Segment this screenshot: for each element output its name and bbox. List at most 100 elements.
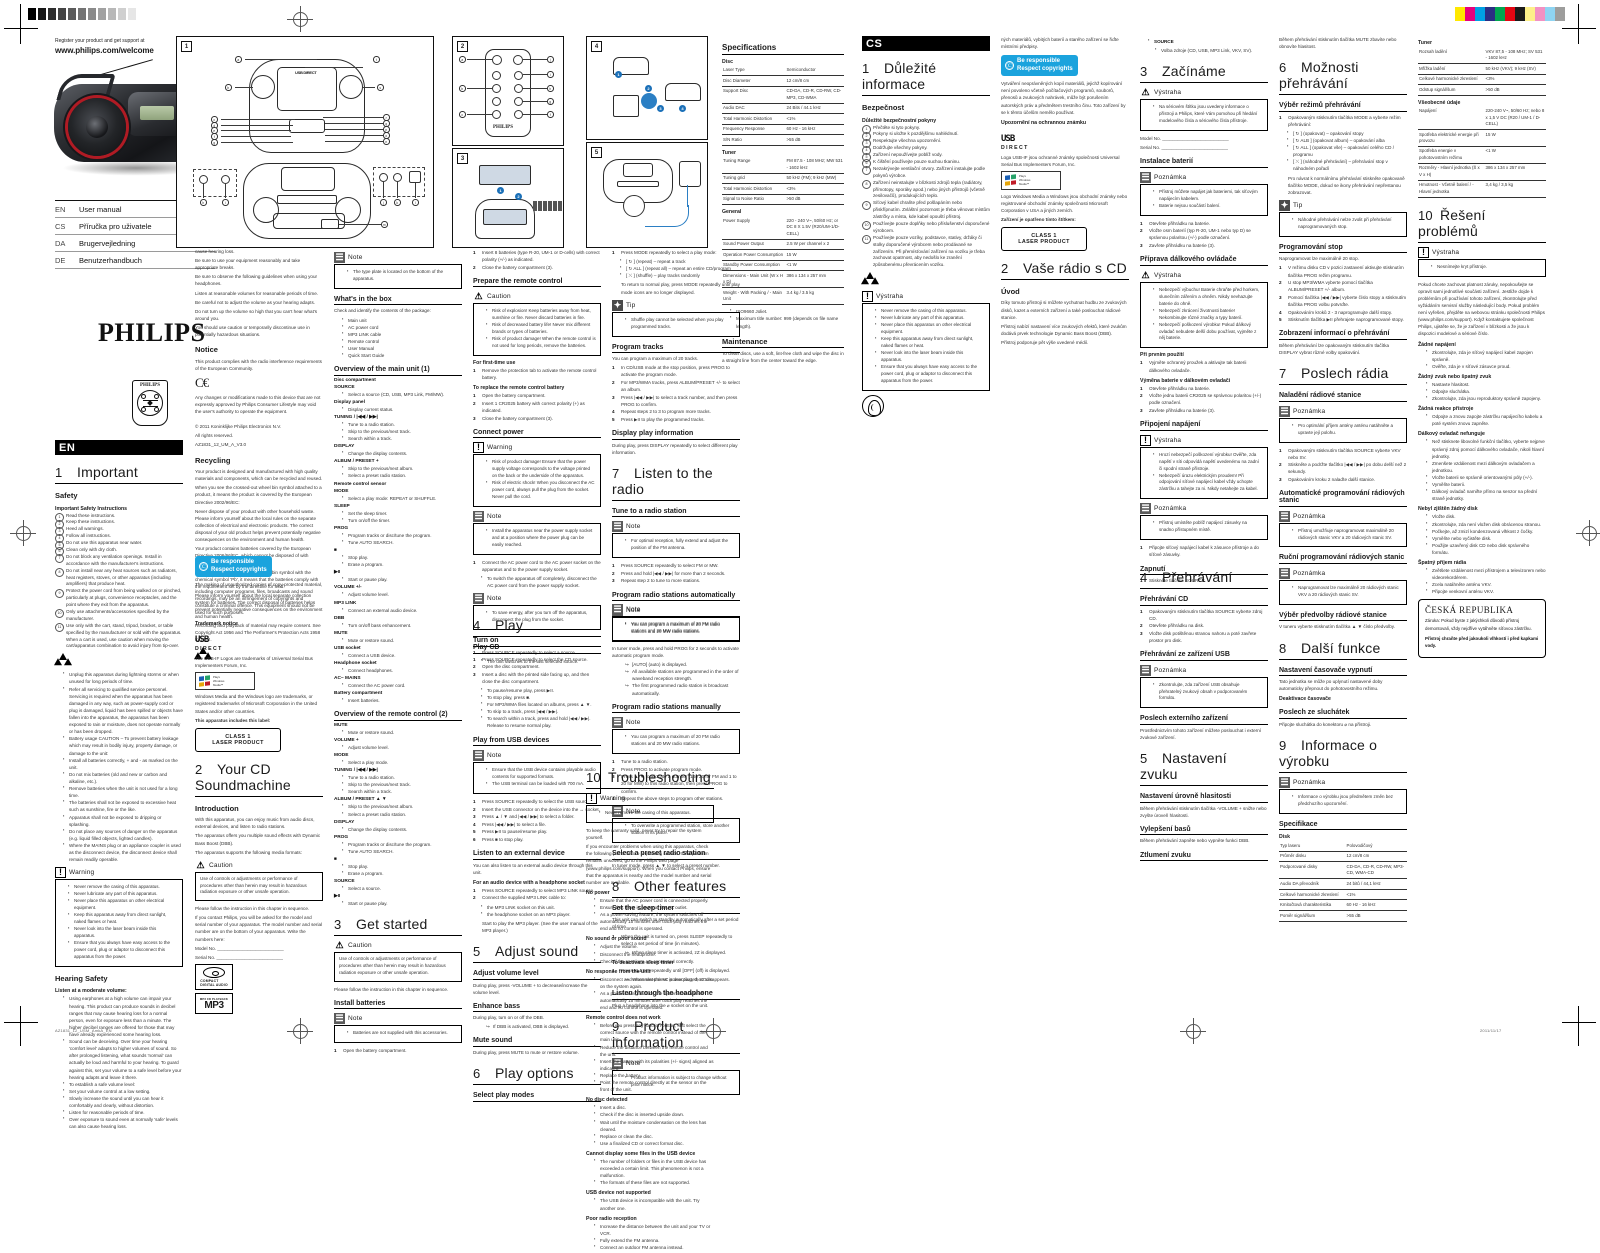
spec-cell: Rozměry - Hlavní jednotka (Š x V x H) <box>1418 163 1485 181</box>
en-getstarted-seq: Please follow the instruction in this ch… <box>334 986 449 992</box>
remote-btn-f[interactable] <box>514 84 523 93</box>
cs-section-7-heading: 7 Poslech rádia <box>1279 365 1407 386</box>
figure-1-tag: 1 <box>181 41 192 52</box>
spec-cell: Power Supply <box>722 216 786 240</box>
cs-info-note-label: Poznámka <box>1293 778 1326 786</box>
cs-replace-step: Zavřete přihrádku na baterie (3). <box>1140 407 1215 414</box>
cs-sleep-body: Tato jednotka se může po uplynutí nastav… <box>1279 679 1383 692</box>
en-usb-note-head: ☰ Note <box>473 750 601 762</box>
overview-subs: Change the display contents. <box>334 449 462 457</box>
remote-btn-a[interactable] <box>492 55 502 65</box>
overview-key: VOLUME +/- <box>334 585 362 591</box>
troubleshoot-answer: Zkontrolujte, zda jsou reproduktory sprá… <box>1426 394 1546 402</box>
safety-item: Follow all instructions. <box>55 533 183 543</box>
spec-cell: Disc Diameter <box>722 75 786 87</box>
cs-yourcd-paragraph: Přístroj podporuje pět výše uvedené médi… <box>1001 340 1089 346</box>
troubleshoot-answer: Use a finalized CD or correct format dis… <box>594 1139 714 1147</box>
color-swatch <box>1505 7 1515 21</box>
en-column-4: Insert 8 batteries (type R-20, UM-1 or D… <box>473 248 601 667</box>
step-marker-a: 1 <box>615 71 622 78</box>
cs-safety-item: Dodržujte všechny pokyny. <box>862 145 990 155</box>
install-step: Close the battery compartment (3). <box>473 264 553 271</box>
troubleshoot-question: Poor radio reception <box>586 1215 637 1222</box>
cs-power-note-head: ☰ Poznámka <box>1140 503 1268 515</box>
en-overview-remote-title: Overview of the remote control <box>334 711 438 719</box>
overview-sub: Skip to the previous/next album. <box>342 802 462 810</box>
spec-row: Spotřeba elektrické energie při provozu 1… <box>1418 129 1546 147</box>
troubleshoot-question: Špatný příjem rádia <box>1418 560 1467 567</box>
cs-section-4-heading: 4 Přehrávání <box>1140 569 1268 589</box>
color-swatch <box>1525 7 1535 21</box>
language-code: DE <box>55 255 66 265</box>
cs-power-warn-item: Hrozí nebezpečí poškození výrobku! Ověřt… <box>1153 451 1263 473</box>
cs-batt-steps: Otevřete přihrádku na baterie. Vložte osm… <box>1140 220 1268 250</box>
en-auto-note-label2: Note <box>626 606 641 613</box>
usb-direct-logo: USB DIRECT <box>195 629 323 652</box>
cs-mode-bullet: [ ↻ ALB ] (opakovat album) – opakování a… <box>1287 136 1407 144</box>
overview-sub: Change the display contents. <box>342 825 462 833</box>
remote-btn-d[interactable] <box>514 71 523 80</box>
copyright-icon: Ⓒ <box>199 562 208 571</box>
en-wm-apparatus: This apparatus includes this label: <box>195 717 271 723</box>
spec-row: Podporované disky CD-DA, CD-R, CD-RW, MP3… <box>1279 861 1407 880</box>
spec-cell: Frequency Response <box>722 124 786 136</box>
en-display-info-heading: Display play information <box>612 430 740 440</box>
spec-row: Audio DA převodník 24 bitů / 44,1 kHz <box>1279 878 1407 890</box>
spec-row: Typ laseru Polovodičový <box>1279 841 1407 852</box>
overview-key: MP3 LINK <box>334 600 357 606</box>
spec-cell: Napájení <box>1418 106 1485 130</box>
overview-subs: Select a play mode. <box>334 758 462 766</box>
en-auto-note2: You can program a maximum of 20 FM radio… <box>625 620 735 635</box>
safety-extra-item: Unplug this apparatus during lightning s… <box>63 670 183 685</box>
remote-btn-j[interactable] <box>514 110 523 119</box>
cs-tune-step: Opakovaným stisknutím tlačítka SOURCE vy… <box>1279 447 1401 460</box>
cs-info-note-head: ☰ Poznámka <box>1279 776 1407 788</box>
en-play-usb-heading: Play from USB devices <box>473 737 601 747</box>
overview-sub: Select a source (CD, USB, MP3 Link, FM/M… <box>342 390 462 398</box>
overview-sub: Tune to a radio station. <box>342 420 462 428</box>
program-step: In CD/USB mode at the stop position, pre… <box>612 364 730 378</box>
en-program-body: You can program a maximum of 20 tracks. <box>612 356 699 362</box>
overview-subs: Select a source. <box>334 884 462 892</box>
en-prepare-caution-head: ⚠ Caution <box>473 291 601 303</box>
en-section-10-number: 10 <box>586 770 601 785</box>
en-manual-note-label: Note <box>626 719 641 727</box>
language-row-de[interactable]: DE Benutzerhandbuch <box>55 252 215 269</box>
en-manual-prog-heading: Program radio stations manually <box>612 704 740 714</box>
cs-mute-tail: Během přehrávání stisknutím tlačítka MUT… <box>1279 37 1397 50</box>
troubleshoot-answer: Připojte venkovní anténu VKV. <box>1426 587 1546 595</box>
note-icon-cs6: ☰ <box>1279 567 1290 579</box>
en-power-note-head: ☰ Note <box>473 511 601 523</box>
copyright-badge: Ⓒ Be responsible Respect copyrights <box>195 556 272 577</box>
remote-btn-i[interactable] <box>492 110 501 119</box>
cs-yourcd-paragraph: Přístroj nabízí nastavení více zvukových… <box>1001 323 1127 336</box>
cs-general-rows: Napájení 220-240 V~, 50/60 Hz; nebo 8 x 1… <box>1418 106 1546 198</box>
disc-glyph <box>203 966 225 978</box>
en-prepare-caution-box: Risk of explosion! Keep batteries away f… <box>473 303 601 357</box>
play-cd-bullet: For MP3/WMA files located on albums, pre… <box>481 700 601 708</box>
en-serial-no: Serial No. __________________________ <box>195 954 283 960</box>
en-wm-body: Windows Media and the Windows logo are t… <box>195 694 318 714</box>
hearing-item: Sound can be deceiving. Over time your h… <box>63 1037 183 1081</box>
spec-row: Dimensions - Main Unit (W x H x D) 386 x … <box>722 270 844 289</box>
overview-subs: Mute or restore sound. <box>334 636 462 644</box>
spec-groups: Disc Laser Type Semiconductor Disc Diameter… <box>722 59 844 306</box>
usb-step: Press ▶II to pause/resume play. <box>473 828 548 835</box>
cs-caution-head: ⚠ Výstraha <box>1140 87 1268 99</box>
remote-btn-g[interactable] <box>492 97 501 106</box>
safety-item: Keep these instructions. <box>55 519 183 529</box>
remote-btn-b[interactable] <box>513 55 523 65</box>
troubleshoot-answer: Použijte uzavřený disk CD nebo disk sprá… <box>1426 541 1546 556</box>
cs-power-warn-item: Nebezpečí úrazu elektrickým proudem! Při… <box>1153 472 1263 494</box>
en-rights: All rights reserved. <box>195 433 234 439</box>
usb-note-item: The USB terminal can be loaded with 700 … <box>486 780 596 788</box>
remote-btn-c[interactable] <box>492 71 501 80</box>
spec-cell: 15 W <box>785 249 844 261</box>
usb-wordmark: USB <box>195 634 209 645</box>
spec-cell: S/N Ratio <box>722 134 786 146</box>
remote-btn-h[interactable] <box>514 97 523 106</box>
remote-btn-e[interactable] <box>492 84 501 93</box>
en-volume-body: During play, press -VOLUME + to decrease… <box>473 982 588 995</box>
spec-cell: Rozsah ladění <box>1418 47 1485 64</box>
en-replace-batt-heading: To replace the remote control battery <box>473 385 565 392</box>
